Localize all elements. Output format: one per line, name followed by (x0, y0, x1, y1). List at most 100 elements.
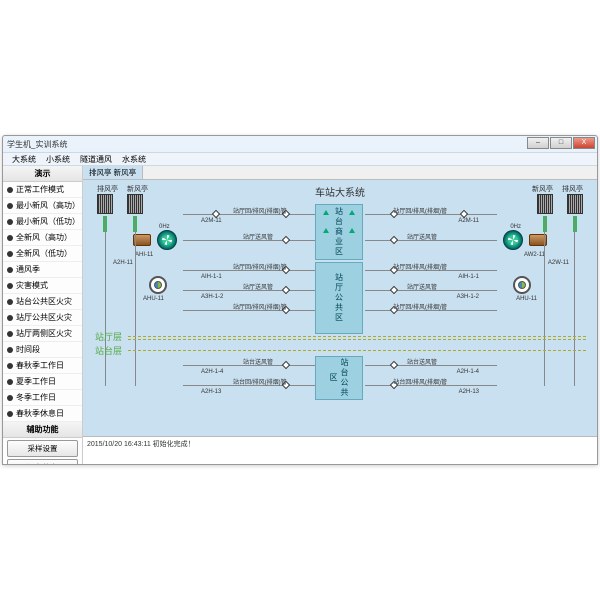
floor-label-platform: 站台层 (95, 344, 122, 357)
close-button[interactable]: X (573, 137, 595, 149)
duct-label: 站厅回/排风(排烟)管 (393, 302, 447, 311)
sample-settings-button[interactable]: 采样设置 (7, 440, 78, 457)
schematic-canvas: 车站大系统 排风亭 新风亭 新风亭 排风亭 0Hz AHI-11 AHU-11 … (83, 180, 597, 436)
duct-label: 站厅送风管 (243, 232, 273, 241)
exhaust-louver-icon (97, 194, 113, 214)
sidebar-subheader: 辅助功能 (3, 422, 82, 438)
zone-platform-public: 站台公共区 (315, 356, 363, 400)
sidebar-item[interactable]: 通风季 (3, 262, 82, 278)
fan-icon (503, 230, 523, 250)
sidebar-item[interactable]: 时间段 (3, 342, 82, 358)
device-label: A2H-11 (113, 260, 133, 266)
device-label: AIH-1-1 (201, 274, 222, 280)
corner-label: 新风亭 (532, 184, 553, 194)
freq-label: 0Hz (510, 224, 521, 230)
device-label: A2H-1-4 (457, 369, 479, 375)
menu-item[interactable]: 隧道通风 (75, 153, 117, 165)
log-entry: 2015/10/20 16:43:11 初始化完成！ (87, 441, 195, 448)
damper-icon (390, 286, 398, 294)
device-label: AIH-1-1 (458, 274, 479, 280)
menu-item[interactable]: 小系统 (41, 153, 75, 165)
arrow-up-icon (349, 210, 355, 215)
bullet-icon (7, 187, 13, 193)
sidebar-item[interactable]: 全新风（低功） (3, 246, 82, 262)
sidebar: 演示 正常工作模式 最小新风（高功） 最小新风（低功） 全新风（高功） 全新风（… (3, 166, 83, 464)
bullet-icon (7, 379, 13, 385)
floor-line (128, 339, 587, 340)
title-text: 学生机_实训系统 (7, 139, 67, 150)
corner-label: 排风亭 (97, 184, 118, 194)
damper-icon (390, 361, 398, 369)
bullet-icon (7, 283, 13, 289)
device-label: AHI-11 (135, 252, 153, 258)
floor-line (128, 336, 587, 337)
corner-label: 新风亭 (127, 184, 148, 194)
damper-icon (460, 210, 468, 218)
device-table-button[interactable]: 设备仿表 (7, 459, 78, 464)
minimize-button[interactable]: – (527, 137, 549, 149)
menu-item[interactable]: 水系统 (117, 153, 151, 165)
bullet-icon (7, 411, 13, 417)
sidebar-item[interactable]: 正常工作模式 (3, 182, 82, 198)
sidebar-item[interactable]: 灾害模式 (3, 278, 82, 294)
damper-icon (390, 236, 398, 244)
duct-label: 站厅回/排风(排烟)管 (393, 262, 447, 271)
sidebar-item[interactable]: 站厅两侧区火灾 (3, 326, 82, 342)
tab-exhaust-supply[interactable]: 排风亭 新风亭 (83, 166, 143, 179)
duct-label: 站厅回/排风(排烟)管 (233, 206, 287, 215)
app-window: 学生机_实训系统 – □ X 大系统 小系统 隧道通风 水系统 演示 正常工作模… (2, 135, 598, 465)
corner-label: 排风亭 (562, 184, 583, 194)
arrow-up-icon (323, 228, 329, 233)
duct-label: 站台送风管 (243, 357, 273, 366)
duct-label: 站厅回/排风(排烟)管 (233, 262, 287, 271)
zone-hall-public: 站厅公共区 (315, 262, 363, 334)
device-label: A2M-11 (201, 218, 222, 224)
sidebar-item[interactable]: 最小新风（低功） (3, 214, 82, 230)
device-label: AHU-11 (516, 296, 537, 302)
floor-line (128, 350, 587, 351)
supply-louver-icon (127, 194, 143, 214)
freq-label: 0Hz (159, 224, 170, 230)
duct-label: 站厅送风管 (243, 282, 273, 291)
supply-louver-icon (537, 194, 553, 214)
sidebar-item[interactable]: 全新风（高功） (3, 230, 82, 246)
exhaust-louver-icon (567, 194, 583, 214)
device-label: AW2-11 (524, 252, 545, 258)
device-label: A2H-13 (201, 389, 221, 395)
tab-strip: 排风亭 新风亭 (83, 166, 597, 180)
sidebar-item[interactable]: 站台公共区火灾 (3, 294, 82, 310)
menu-item[interactable]: 大系统 (7, 153, 41, 165)
bullet-icon (7, 235, 13, 241)
duct-label: 站台送风管 (407, 357, 437, 366)
sidebar-item[interactable]: 春秋季工作日 (3, 358, 82, 374)
damper-icon (282, 361, 290, 369)
duct-label: 站厅送风管 (407, 282, 437, 291)
duct-label: 站厅回/排风(排烟)管 (393, 206, 447, 215)
sidebar-item[interactable]: 春秋季休息日 (3, 406, 82, 422)
arrow-up-icon (349, 228, 355, 233)
bullet-icon (7, 267, 13, 273)
device-label: A2M-11 (458, 218, 479, 224)
duct-label: 站厅送风管 (407, 232, 437, 241)
bullet-icon (7, 363, 13, 369)
log-panel: 2015/10/20 16:43:11 初始化完成！ (83, 436, 597, 464)
bullet-icon (7, 315, 13, 321)
floor-label-hall: 站厅层 (95, 330, 122, 343)
motor-icon (513, 276, 531, 294)
device-label: A2H-1-4 (201, 369, 223, 375)
schematic-title: 车站大系统 (315, 184, 365, 199)
duct-label: 站台回/排风(排烟)管 (233, 377, 287, 386)
menubar: 大系统 小系统 隧道通风 水系统 (3, 152, 597, 166)
sidebar-item[interactable]: 站厅公共区火灾 (3, 310, 82, 326)
device-label: A2H-13 (459, 389, 479, 395)
maximize-button[interactable]: □ (550, 137, 572, 149)
motor-icon (149, 276, 167, 294)
bullet-icon (7, 395, 13, 401)
duct-line (544, 216, 545, 386)
bullet-icon (7, 299, 13, 305)
arrow-up-icon (323, 210, 329, 215)
duct-label: 站台回/排风(排烟)管 (393, 377, 447, 386)
sidebar-item[interactable]: 夏季工作日 (3, 374, 82, 390)
sidebar-item[interactable]: 最小新风（高功） (3, 198, 82, 214)
sidebar-item[interactable]: 冬季工作日 (3, 390, 82, 406)
